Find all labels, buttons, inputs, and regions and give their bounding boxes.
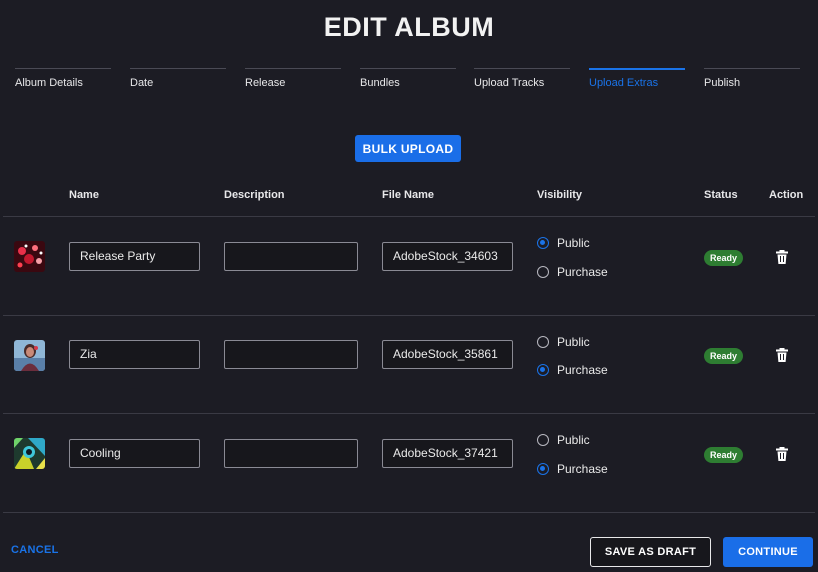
page-title: EDIT ALBUM <box>323 12 495 42</box>
column-header-status: Status <box>704 189 738 201</box>
bulk-upload-button[interactable]: BULK UPLOAD <box>355 135 461 162</box>
continue-button[interactable]: CONTINUE <box>723 537 813 567</box>
step-release[interactable]: Release <box>245 68 341 92</box>
visibility-purchase-option[interactable]: Purchase <box>537 362 608 378</box>
status-badge: Ready <box>704 348 744 364</box>
radio-purchase[interactable] <box>537 364 549 376</box>
step-upload-extras[interactable]: Upload Extras <box>589 68 685 92</box>
party-thumbnail <box>14 241 45 272</box>
edit-album-page: EDIT ALBUM Album Details Date Release Bu… <box>0 0 818 572</box>
column-header-visibility: Visibility <box>537 189 583 201</box>
file-name-input[interactable]: AdobeStock_35861 <box>382 340 513 369</box>
trash-icon[interactable] <box>776 250 788 264</box>
name-input[interactable]: Zia <box>69 340 200 369</box>
step-upload-tracks[interactable]: Upload Tracks <box>474 68 570 92</box>
column-header-action: Action <box>769 189 804 201</box>
column-header-description: Description <box>224 189 285 201</box>
description-input[interactable] <box>224 439 358 468</box>
description-input[interactable] <box>224 242 358 271</box>
cancel-button[interactable]: CANCEL <box>11 544 59 556</box>
name-input[interactable]: Release Party <box>69 242 200 271</box>
radio-purchase[interactable] <box>537 266 549 278</box>
file-name-input[interactable]: AdobeStock_37421 <box>382 439 513 468</box>
abstract-thumbnail <box>14 438 45 469</box>
status-badge: Ready <box>704 250 744 266</box>
table-row: Release Party AdobeStock_34603 Public Pu… <box>0 217 818 315</box>
visibility-purchase-option[interactable]: Purchase <box>537 264 608 280</box>
file-name-input[interactable]: AdobeStock_34603 <box>382 242 513 271</box>
row-divider <box>3 512 815 513</box>
visibility-public-option[interactable]: Public <box>537 432 590 448</box>
save-as-draft-button[interactable]: SAVE AS DRAFT <box>590 537 711 567</box>
step-publish[interactable]: Publish <box>704 68 800 92</box>
visibility-public-option[interactable]: Public <box>537 235 590 251</box>
name-input[interactable]: Cooling <box>69 439 200 468</box>
radio-public[interactable] <box>537 434 549 446</box>
step-album-details[interactable]: Album Details <box>15 68 111 92</box>
trash-icon[interactable] <box>776 447 788 461</box>
radio-purchase[interactable] <box>537 463 549 475</box>
step-navigation: Album Details Date Release Bundles Uploa… <box>15 68 802 92</box>
status-badge: Ready <box>704 447 744 463</box>
table-row: Zia AdobeStock_35861 Public Purchase Rea… <box>0 316 818 414</box>
column-header-name: Name <box>69 189 99 201</box>
step-date[interactable]: Date <box>130 68 226 92</box>
portrait-thumbnail <box>14 340 45 371</box>
step-bundles[interactable]: Bundles <box>360 68 456 92</box>
description-input[interactable] <box>224 340 358 369</box>
trash-icon[interactable] <box>776 348 788 362</box>
radio-public[interactable] <box>537 237 549 249</box>
column-header-file-name: File Name <box>382 189 434 201</box>
visibility-purchase-option[interactable]: Purchase <box>537 461 608 477</box>
visibility-public-option[interactable]: Public <box>537 334 590 350</box>
radio-public[interactable] <box>537 336 549 348</box>
table-row: Cooling AdobeStock_37421 Public Purchase… <box>0 414 818 512</box>
